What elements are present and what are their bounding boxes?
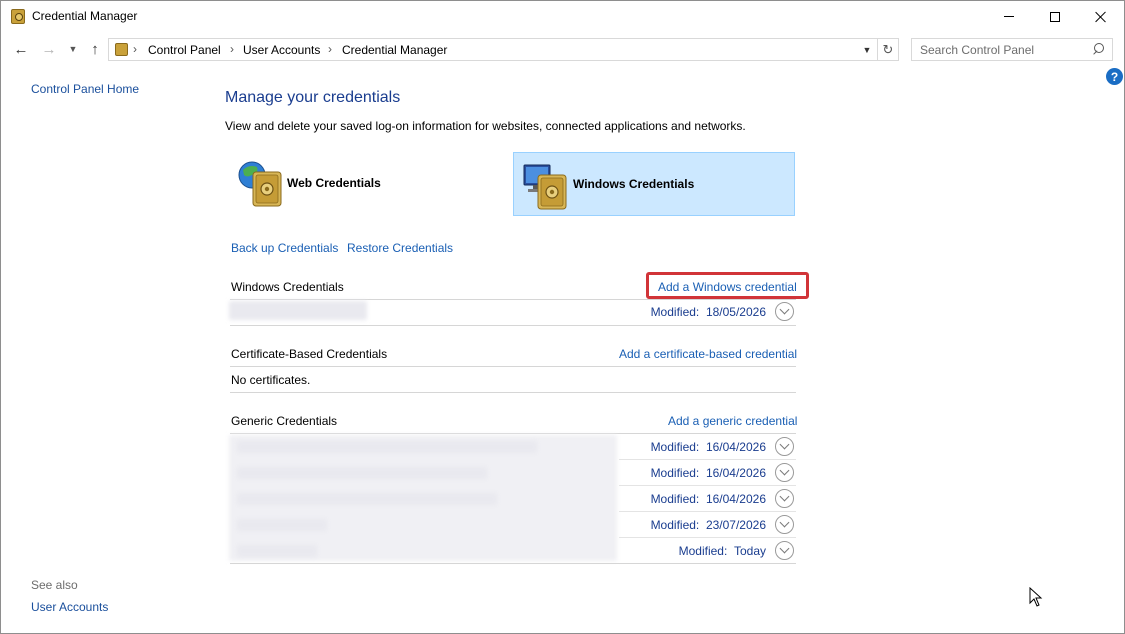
expand-chevron-icon[interactable]: [775, 515, 794, 534]
credential-manager-icon: [11, 9, 25, 24]
web-credentials-label: Web Credentials: [287, 176, 381, 190]
minimize-button[interactable]: [986, 1, 1032, 32]
control-panel-home-link[interactable]: Control Panel Home: [31, 82, 139, 96]
redacted-credential-name[interactable]: [237, 441, 537, 453]
modified-date: Modified: 16/04/2026: [650, 492, 766, 506]
add-generic-credential-link[interactable]: Add a generic credential: [668, 414, 797, 428]
close-icon: [1095, 11, 1107, 23]
user-accounts-link[interactable]: User Accounts: [31, 600, 108, 614]
search-input[interactable]: [912, 39, 1092, 60]
breadcrumb-user-accounts[interactable]: User Accounts: [243, 43, 320, 57]
modified-date: Modified: 16/04/2026: [650, 440, 766, 454]
generic-credential-row[interactable]: Modified: Today: [619, 538, 796, 564]
navigation-bar: ← → ▼ ↑ › Control Panel › User Accounts …: [1, 35, 1124, 63]
recent-locations-button[interactable]: ▼: [65, 35, 81, 63]
expand-chevron-icon[interactable]: [775, 302, 794, 321]
address-dropdown-button[interactable]: ▼: [861, 42, 873, 57]
generic-credential-row[interactable]: Modified: 23/07/2026: [619, 512, 796, 538]
close-button[interactable]: [1078, 1, 1124, 32]
help-icon[interactable]: ?: [1106, 68, 1123, 85]
no-certificates-text: No certificates.: [231, 373, 311, 387]
chevron-down-icon: ▼: [862, 44, 872, 55]
mouse-cursor-icon: [1029, 587, 1043, 607]
expand-chevron-icon[interactable]: [775, 437, 794, 456]
minimize-icon: [1004, 16, 1014, 17]
refresh-button[interactable]: ↻: [878, 38, 899, 61]
search-box[interactable]: [911, 38, 1113, 61]
credential-manager-window: Credential Manager ← → ▼ ↑ › Control Pan…: [0, 0, 1125, 634]
arrow-up-icon: ↑: [91, 40, 99, 58]
breadcrumb-separator-icon: ›: [133, 42, 137, 56]
certificate-credentials-heading: Certificate-Based Credentials: [231, 347, 388, 361]
windows-credentials-icon: [523, 164, 567, 210]
section-divider: [230, 392, 796, 393]
expand-chevron-icon[interactable]: [775, 463, 794, 482]
up-button[interactable]: ↑: [85, 35, 105, 63]
search-icon[interactable]: [1093, 43, 1104, 54]
add-certificate-credential-link[interactable]: Add a certificate-based credential: [619, 347, 797, 361]
back-button[interactable]: ←: [11, 35, 31, 63]
modified-date: Modified: 23/07/2026: [650, 518, 766, 532]
see-also-label: See also: [31, 578, 78, 592]
arrow-left-icon: ←: [13, 40, 29, 58]
refresh-icon: ↻: [882, 41, 894, 57]
redacted-credential-name[interactable]: [237, 493, 497, 505]
address-bar[interactable]: › Control Panel › User Accounts › Creden…: [108, 38, 878, 61]
arrow-right-icon: →: [41, 40, 57, 58]
control-panel-icon: [115, 43, 128, 56]
web-credentials-tile[interactable]: Web Credentials: [231, 152, 513, 216]
breadcrumb-separator-icon: ›: [328, 42, 332, 56]
page-title: Manage your credentials: [225, 89, 401, 106]
redacted-credential-name[interactable]: [237, 519, 327, 531]
generic-credentials-heading: Generic Credentials: [231, 414, 338, 428]
redacted-credential-name[interactable]: [229, 301, 367, 320]
redacted-credential-name[interactable]: [237, 467, 487, 479]
redacted-credential-name[interactable]: [237, 545, 317, 557]
windows-credentials-heading: Windows Credentials: [231, 280, 344, 294]
forward-button[interactable]: →: [39, 35, 59, 63]
windows-credentials-tile[interactable]: Windows Credentials: [513, 152, 795, 216]
generic-credential-row[interactable]: Modified: 16/04/2026: [619, 434, 796, 460]
expand-chevron-icon[interactable]: [775, 489, 794, 508]
restore-credentials-link[interactable]: Restore Credentials: [347, 241, 453, 255]
page-description: View and delete your saved log-on inform…: [225, 119, 746, 133]
breadcrumb-control-panel[interactable]: Control Panel: [148, 43, 221, 57]
generic-credential-row[interactable]: Modified: 16/04/2026: [619, 460, 796, 486]
section-divider: [230, 366, 796, 367]
windows-credentials-label: Windows Credentials: [573, 177, 695, 191]
breadcrumb-separator-icon: ›: [230, 42, 234, 56]
back-up-credentials-link[interactable]: Back up Credentials: [231, 241, 338, 255]
maximize-button[interactable]: [1032, 1, 1078, 32]
expand-chevron-icon[interactable]: [775, 541, 794, 560]
breadcrumb-credential-manager[interactable]: Credential Manager: [342, 43, 447, 57]
modified-date: Modified: 18/05/2026: [650, 305, 766, 319]
title-bar: Credential Manager: [1, 1, 1124, 32]
window-title: Credential Manager: [32, 9, 138, 23]
modified-date: Modified: Today: [678, 544, 766, 558]
generic-credential-row[interactable]: Modified: 16/04/2026: [619, 486, 796, 512]
windows-credential-row[interactable]: Modified: 18/05/2026: [619, 299, 796, 325]
section-divider: [230, 325, 796, 326]
maximize-icon: [1050, 11, 1060, 22]
web-credentials-icon: [238, 161, 282, 207]
section-divider: [230, 563, 796, 564]
add-windows-credential-link[interactable]: Add a Windows credential: [658, 280, 797, 294]
chevron-down-icon: ▼: [68, 44, 78, 54]
modified-date: Modified: 16/04/2026: [650, 466, 766, 480]
